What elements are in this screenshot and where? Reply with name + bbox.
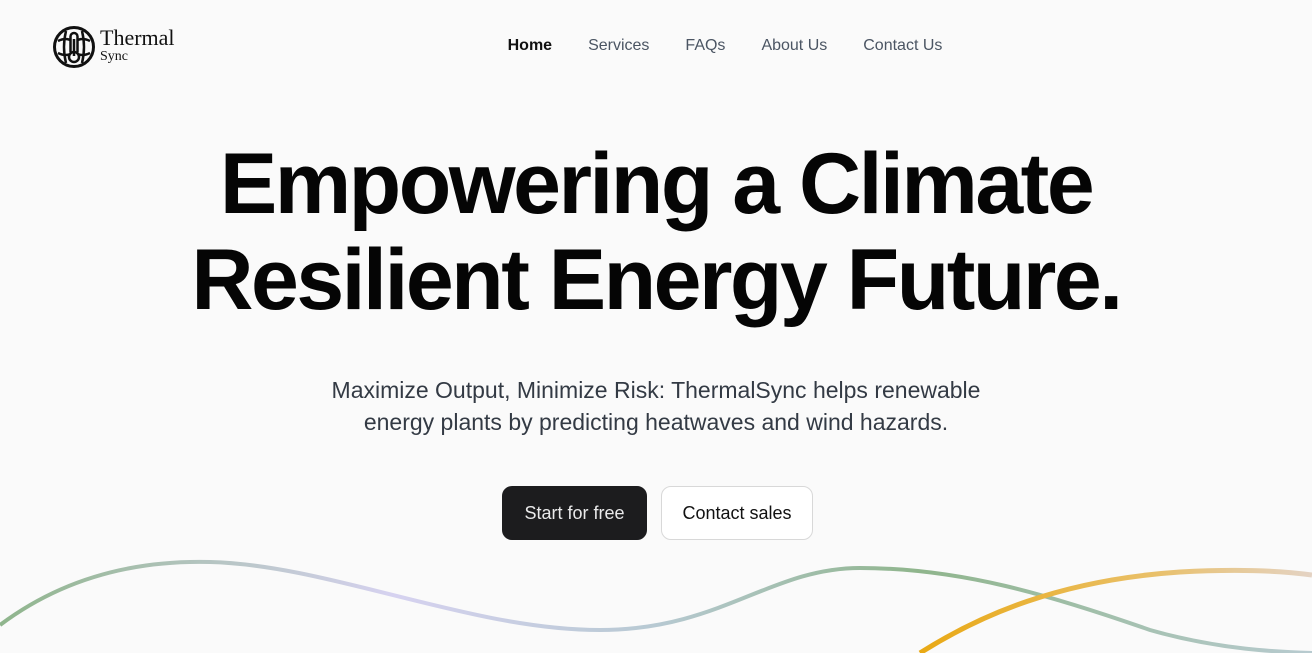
start-for-free-button[interactable]: Start for free	[502, 486, 647, 540]
hero-title-line1: Empowering a Climate	[219, 136, 1095, 232]
main-nav: Home Services FAQs About Us Contact Us	[0, 37, 1312, 55]
contact-sales-button[interactable]: Contact sales	[661, 486, 813, 540]
nav-services[interactable]: Services	[588, 37, 649, 55]
wave-line-green	[0, 559, 1312, 653]
hero-subtitle: Maximize Output, Minimize Risk: ThermalS…	[256, 374, 1056, 438]
nav-about-us[interactable]: About Us	[761, 37, 827, 55]
hero-subtitle-line1: Maximize Output, Minimize Risk: ThermalS…	[331, 377, 981, 403]
nav-home[interactable]: Home	[508, 37, 552, 55]
site-header: Thermal Sync Home Services FAQs About Us…	[0, 0, 1312, 94]
hero-actions: Start for free Contact sales	[502, 486, 813, 540]
hero-title: Empowering a Climate Resilient Energy Fu…	[0, 136, 1312, 328]
nav-faqs[interactable]: FAQs	[685, 37, 725, 55]
hero-title-line2: Resilient Energy Future.	[191, 232, 1123, 328]
nav-contact-us[interactable]: Contact Us	[863, 37, 942, 55]
landing-page: Thermal Sync Home Services FAQs About Us…	[0, 0, 1312, 653]
decorative-waves	[0, 559, 1312, 653]
hero-subtitle-line2: energy plants by predicting heatwaves an…	[363, 409, 949, 435]
wave-line-yellow	[918, 567, 1312, 653]
